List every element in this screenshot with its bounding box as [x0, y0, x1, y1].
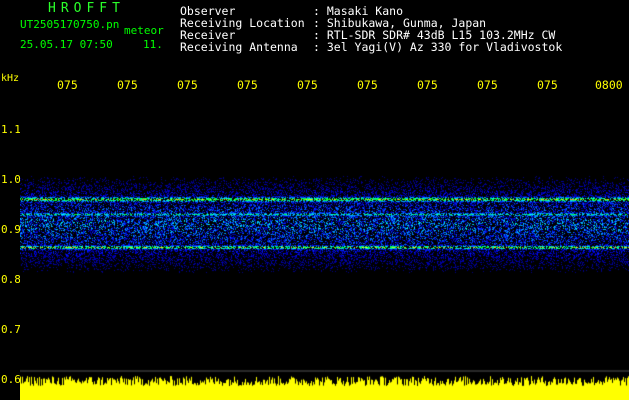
time-tick-label: 075: [357, 78, 378, 92]
time-tick-label: 075: [237, 78, 258, 92]
time-tick-label: 075: [117, 78, 138, 92]
time-tick-label: 075: [537, 78, 558, 92]
freq-tick-label: 1.1: [1, 123, 21, 136]
header: HROFFT UT2505170750.pn meteor 25.05.17 0…: [0, 0, 629, 62]
freq-tick-label: 0.6: [1, 373, 21, 386]
time-tick-label: 075: [297, 78, 318, 92]
time-tick-label: 0800: [595, 78, 623, 92]
time-tick-label: 075: [177, 78, 198, 92]
freq-tick-label: 0.8: [1, 273, 21, 286]
time-tick-label: 075: [477, 78, 498, 92]
file-name: UT2505170750.pn: [20, 18, 120, 31]
file-date-time: 25.05.17 07:50: [20, 38, 113, 51]
freq-tick-label: 0.7: [1, 323, 21, 336]
file-type: meteor: [124, 24, 164, 37]
antenna-label: Receiving Antenna: [180, 40, 298, 54]
freq-tick-label: 1.0: [1, 173, 21, 186]
spectrogram-plot: [20, 99, 629, 400]
time-tick-label: 075: [57, 78, 78, 92]
time-tick-label: 075: [417, 78, 438, 92]
time-axis: 075 075 075 075 075 075 075 075 075 0800: [0, 76, 629, 92]
app-logo: HROFFT: [48, 1, 125, 16]
freq-tick-label: 0.9: [1, 223, 21, 236]
file-number: 11.: [143, 38, 163, 51]
antenna-value: : 3el Yagi(V) Az 330 for Vladivostok: [313, 40, 563, 54]
